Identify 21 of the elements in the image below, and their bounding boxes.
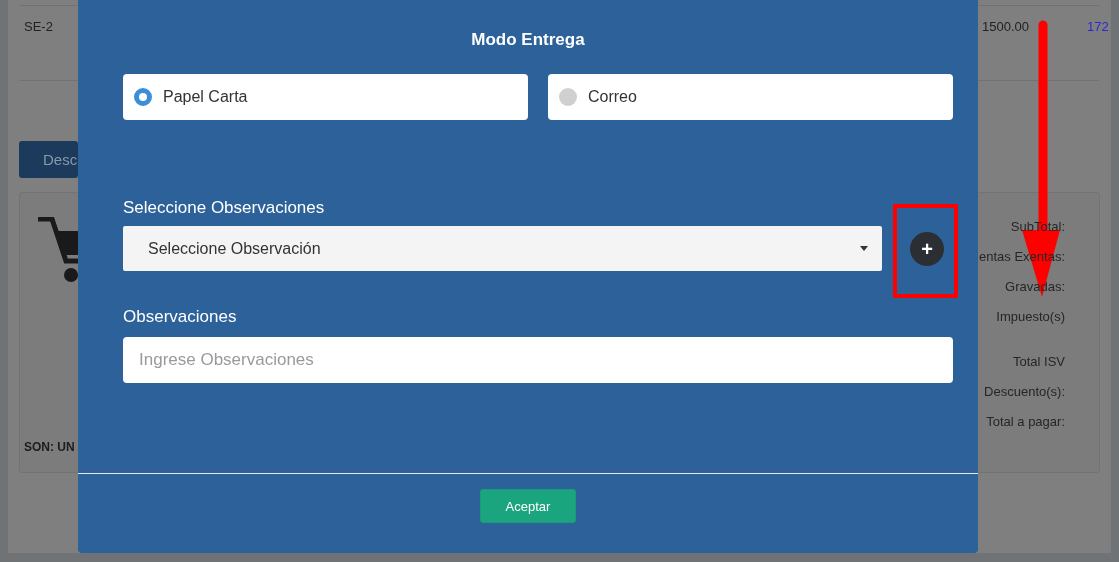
summary-label: Total a pagar: — [986, 413, 1065, 431]
field-label: Observaciones — [123, 307, 238, 327]
radio-button[interactable] — [134, 88, 152, 106]
radio-option[interactable]: Papel Carta — [123, 74, 528, 120]
option-label: Papel Carta — [163, 88, 248, 106]
table-cell-text: 1500.00 — [982, 19, 1030, 34]
caret-icon — [860, 246, 868, 251]
option-label: Correo — [588, 88, 637, 106]
add-button[interactable]: + — [910, 231, 944, 266]
radio-button[interactable] — [559, 88, 577, 106]
summary-label: Impuesto(s) — [996, 308, 1065, 326]
table-cell: 172 — [1087, 19, 1109, 34]
observation-dropdown[interactable]: Seleccione Observación — [123, 226, 882, 271]
field-label: Seleccione Observaciones — [123, 198, 326, 218]
summary-label: Descuento(s): — [984, 383, 1065, 401]
table-cell-text: SE-2 — [24, 19, 54, 34]
summary-label: Total ISV — [1012, 353, 1065, 371]
radio-option[interactable]: Correo — [548, 74, 953, 120]
observations-field[interactable]: Ingrese Observaciones — [123, 337, 953, 383]
tab-button[interactable]: Desc — [19, 141, 78, 178]
amount-in-words: SON: UN — [24, 440, 76, 454]
